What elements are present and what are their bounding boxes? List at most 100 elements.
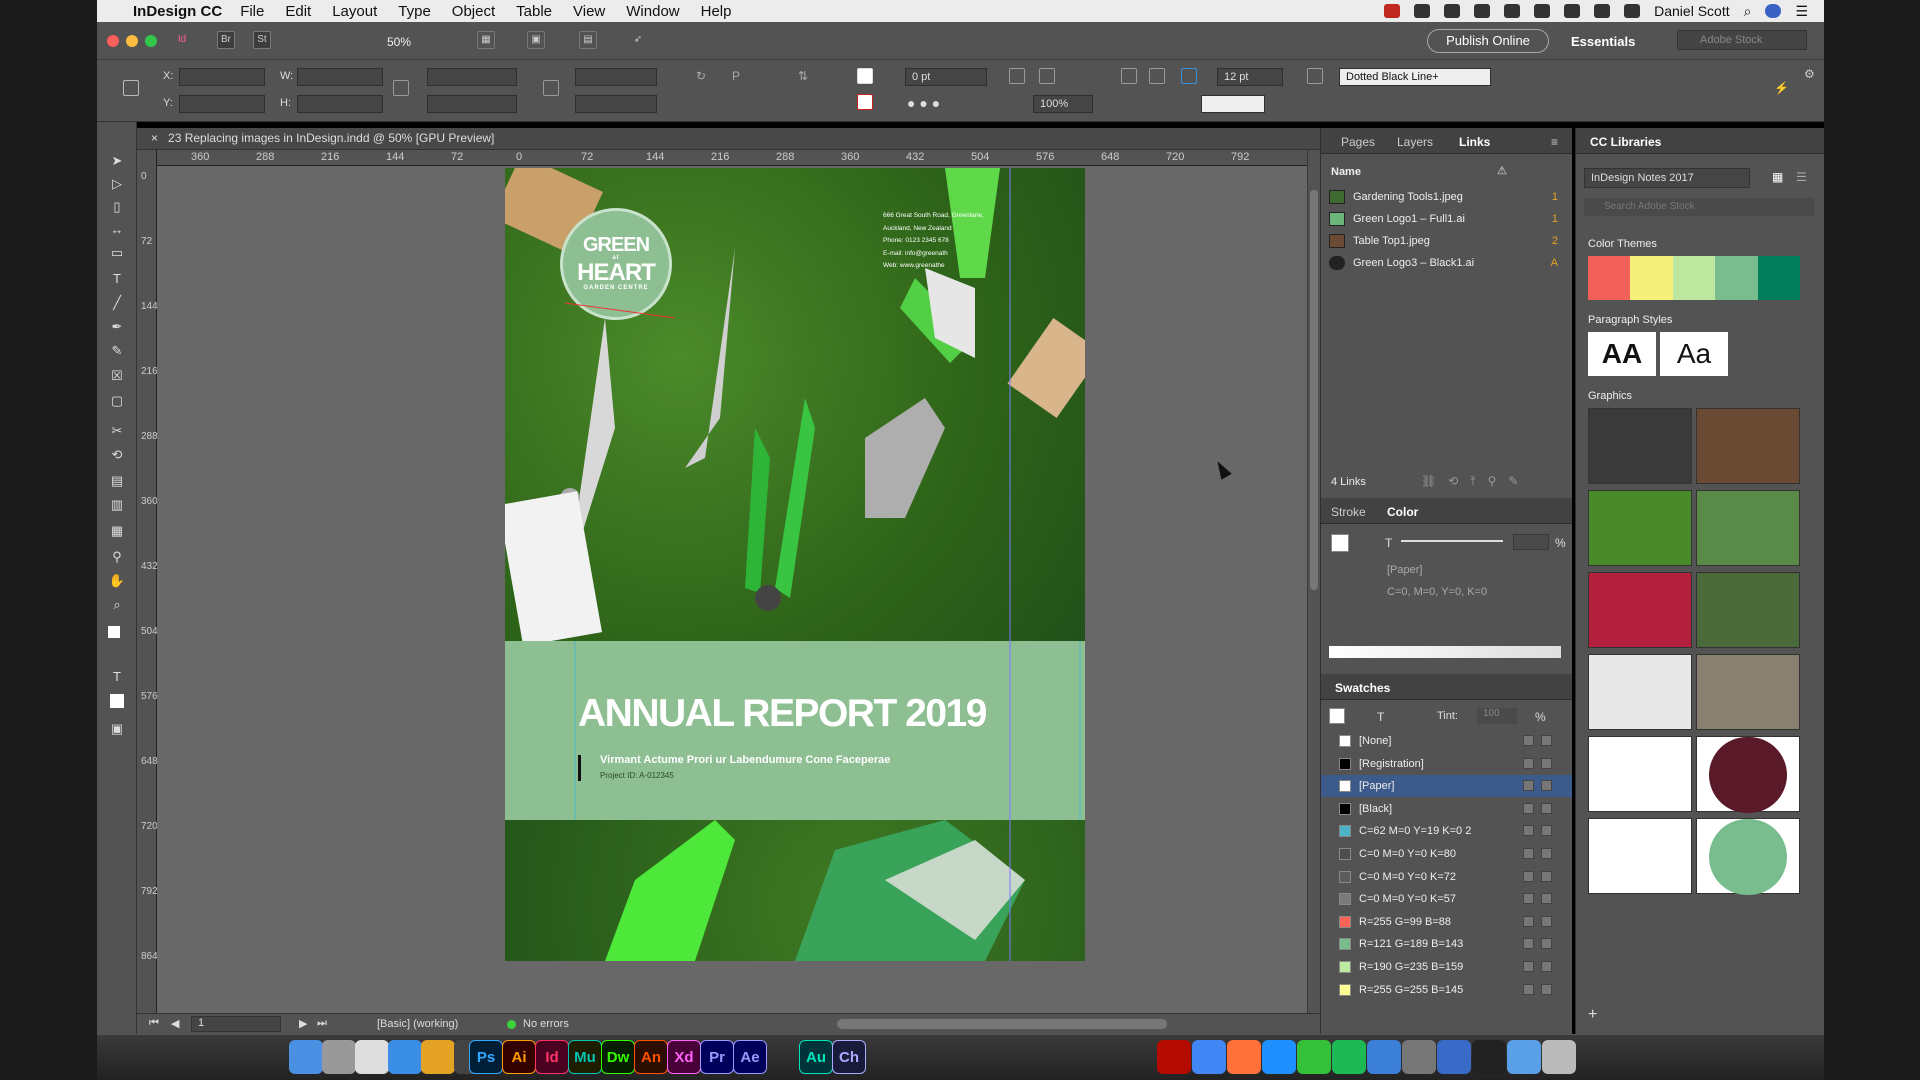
scale-x-field[interactable]	[427, 68, 517, 86]
settings-gear-icon[interactable]: ⚙	[1803, 66, 1819, 82]
dock-app-icon[interactable]	[1367, 1040, 1401, 1074]
dock-app-icon[interactable]	[355, 1040, 389, 1074]
tab-links[interactable]: Links	[1459, 135, 1490, 149]
graphic-dashboard-thumb[interactable]	[1588, 408, 1692, 484]
align-left-icon[interactable]	[1121, 68, 1137, 84]
rotate-cw-icon[interactable]: ↻	[695, 68, 711, 84]
dock-app-icon[interactable]	[322, 1040, 356, 1074]
dock-app-icon[interactable]	[421, 1040, 455, 1074]
scale-y-field[interactable]	[427, 95, 517, 113]
note-tool-icon[interactable]: ▦	[108, 522, 126, 540]
library-search-input[interactable]: Search Adobe Stock	[1584, 198, 1814, 216]
menu-table[interactable]: Table	[516, 3, 552, 20]
dock-app-icon[interactable]	[388, 1040, 422, 1074]
panel-menu-icon[interactable]: ≡	[1551, 135, 1558, 149]
menu-window[interactable]: Window	[626, 3, 679, 20]
link-scale-icon[interactable]	[543, 80, 559, 96]
stroke-weight-field[interactable]: 0 pt	[905, 68, 987, 86]
next-page-icon[interactable]: ▶	[299, 1017, 307, 1030]
eyedropper-tool-icon[interactable]: ⚲	[108, 548, 126, 566]
view-options-icon[interactable]: ▦	[477, 31, 495, 49]
formatting-affects-container-icon[interactable]: T	[108, 668, 126, 686]
gap-tool-icon[interactable]: ↔	[108, 221, 126, 239]
page-number-field[interactable]: 1	[191, 1016, 281, 1032]
apply-color-icon[interactable]	[110, 694, 124, 708]
dock-app-mu[interactable]: Mu	[568, 1040, 602, 1074]
selection-tool-icon[interactable]: ➤	[108, 152, 126, 170]
shear-field[interactable]	[575, 95, 657, 113]
dock-app-id[interactable]: Id	[535, 1040, 569, 1074]
gradient-feather-tool-icon[interactable]: ▥	[108, 496, 126, 514]
link-row[interactable]: Gardening Tools1.jpeg 1	[1321, 186, 1572, 208]
swatch-row[interactable]: [Registration]	[1321, 753, 1572, 775]
graphic-logo-outline-thumb[interactable]	[1588, 818, 1692, 894]
links-column-name[interactable]: Name	[1331, 166, 1361, 178]
document-tab[interactable]: × 23 Replacing images in InDesign.indd @…	[151, 131, 494, 145]
paragraph-style-aa-regular[interactable]: Aa	[1660, 332, 1728, 376]
screen-mode-icon[interactable]: ▣	[527, 31, 545, 49]
swatch-tint-field[interactable]: 100	[1477, 708, 1517, 724]
style-status[interactable]: [Basic] (working)	[377, 1018, 458, 1030]
dock-app-icon[interactable]	[1542, 1040, 1576, 1074]
rotate-field[interactable]	[575, 68, 657, 86]
auto-fit-icon[interactable]	[1181, 68, 1197, 84]
swatch-row[interactable]: R=255 G=99 B=88	[1321, 911, 1572, 933]
content-collector-icon[interactable]: ▭	[108, 244, 126, 262]
close-tab-icon[interactable]: ×	[151, 131, 158, 145]
swatch-fill-box[interactable]	[1329, 708, 1345, 724]
dock-app-icon[interactable]	[289, 1040, 323, 1074]
menu-app-name[interactable]: InDesign CC	[133, 3, 222, 20]
tab-stroke[interactable]: Stroke	[1331, 505, 1366, 519]
swatch-row[interactable]: C=62 M=0 Y=19 K=0 2	[1321, 820, 1572, 842]
swatch-row[interactable]: R=190 G=235 B=159	[1321, 956, 1572, 978]
view-mode-icon[interactable]: ▣	[108, 720, 126, 738]
graphic-logo-white-thumb[interactable]	[1588, 736, 1692, 812]
grid-view-icon[interactable]: ▦	[1772, 170, 1783, 184]
rectangle-tool-icon[interactable]: ▢	[108, 392, 126, 410]
menu-user-name[interactable]: Daniel Scott	[1654, 3, 1729, 19]
publish-online-button[interactable]: Publish Online	[1427, 29, 1549, 53]
dock-app-icon[interactable]	[1332, 1040, 1366, 1074]
dock-app-ps[interactable]: Ps	[469, 1040, 503, 1074]
dock-app-icon[interactable]	[1437, 1040, 1471, 1074]
zoom-tool-icon[interactable]: ⌕	[108, 596, 126, 614]
menu-view[interactable]: View	[573, 3, 605, 20]
menu-layout[interactable]: Layout	[332, 3, 377, 20]
dock-app-icon[interactable]	[1402, 1040, 1436, 1074]
notification-center-icon[interactable]: ☰	[1795, 3, 1808, 20]
swatch-row[interactable]: C=0 M=0 Y=0 K=72	[1321, 866, 1572, 888]
swatch-row[interactable]: [Black]	[1321, 798, 1572, 820]
add-content-icon[interactable]: +	[1588, 1006, 1597, 1024]
color-themes-label[interactable]: Color Themes	[1588, 238, 1657, 250]
tray-record-icon[interactable]	[1384, 4, 1401, 18]
list-view-icon[interactable]: ☰	[1796, 170, 1807, 184]
page-tool-icon[interactable]: ▯	[108, 198, 126, 216]
y-field[interactable]	[179, 95, 265, 113]
tray-battery-icon[interactable]	[1624, 4, 1641, 18]
tint-field[interactable]	[1513, 534, 1549, 550]
document-page[interactable]: GREEN at HEART GARDEN CENTRE 666 Great S…	[505, 168, 1085, 961]
tray-timemachine-icon[interactable]	[1504, 4, 1521, 18]
dock-app-icon[interactable]	[1472, 1040, 1506, 1074]
graphic-logo-dark-thumb[interactable]	[1696, 736, 1800, 813]
workspace-switcher[interactable]: Essentials	[1571, 34, 1635, 49]
color-theme-strip[interactable]	[1588, 256, 1801, 300]
tray-dropbox-icon[interactable]	[1474, 4, 1491, 18]
dock-app-icon[interactable]	[1262, 1040, 1296, 1074]
stroke-type-dots[interactable]: ● ● ●	[907, 95, 940, 111]
dock-app-icon[interactable]	[1507, 1040, 1541, 1074]
type-tool-icon[interactable]: T	[108, 270, 126, 288]
graphic-table-top-thumb[interactable]	[1696, 408, 1800, 484]
rectangle-frame-tool-icon[interactable]: ☒	[108, 367, 126, 385]
w-field[interactable]	[297, 68, 383, 86]
text-frame-options-icon[interactable]: P	[731, 68, 747, 84]
object-style-icon[interactable]	[1307, 68, 1323, 84]
stroke-swatch[interactable]	[857, 94, 873, 110]
constrain-proportions-icon[interactable]	[393, 80, 409, 96]
graphic-garden-tools-thumb[interactable]	[1588, 490, 1692, 566]
link-row[interactable]: Green Logo3 – Black1.ai A	[1321, 252, 1572, 274]
siri-icon[interactable]	[1765, 4, 1782, 18]
dock-app-pr[interactable]: Pr	[700, 1040, 734, 1074]
vertical-scroll-thumb[interactable]	[1310, 190, 1318, 590]
tray-display-icon[interactable]	[1414, 4, 1431, 18]
